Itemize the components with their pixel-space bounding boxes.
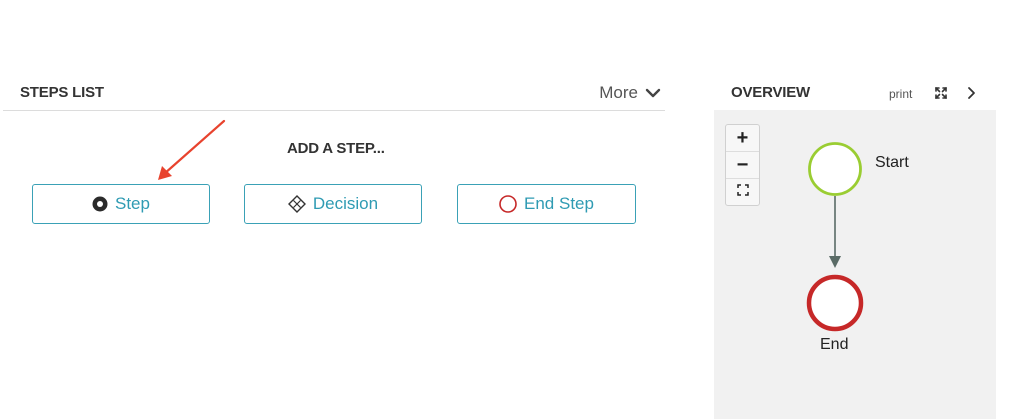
add-decision-button[interactable]: Decision <box>244 184 422 224</box>
steps-list-header: STEPS LIST More <box>3 74 665 111</box>
add-step-button[interactable]: Step <box>32 184 210 224</box>
chevron-right-icon[interactable] <box>966 85 976 101</box>
annotation-arrow-icon <box>158 119 226 180</box>
expand-icon[interactable] <box>934 86 948 100</box>
filled-circle-icon <box>92 196 108 212</box>
add-decision-button-label: Decision <box>312 194 379 213</box>
start-node-label: Start <box>875 154 909 171</box>
chevron-down-icon <box>645 85 661 101</box>
steps-list-panel: STEPS LIST More ADD A STEP... Step Decis… <box>0 0 668 419</box>
print-link[interactable]: print <box>889 87 912 101</box>
overview-header: OVERVIEW print <box>714 74 996 110</box>
more-label: More <box>599 83 638 102</box>
plus-icon: + <box>736 127 749 149</box>
diamond-icon <box>287 195 306 213</box>
end-node-label: End <box>820 336 849 353</box>
add-end-step-button-label: End Step <box>524 194 594 213</box>
red-circle-icon <box>499 195 517 213</box>
zoom-out-button[interactable]: − <box>726 152 759 179</box>
start-node <box>808 142 862 196</box>
overview-panel: OVERVIEW print Start End + − <box>714 0 996 419</box>
zoom-in-button[interactable]: + <box>726 125 759 152</box>
more-button[interactable]: More <box>599 83 661 103</box>
overview-canvas[interactable]: Start End + − <box>714 110 996 419</box>
add-step-heading: ADD A STEP... <box>287 140 385 157</box>
zoom-controls: + − <box>725 124 760 206</box>
add-end-step-button[interactable]: End Step <box>457 184 636 224</box>
add-step-button-label: Step <box>115 194 150 213</box>
end-node <box>806 274 864 332</box>
fit-view-icon <box>736 183 749 201</box>
minus-icon: − <box>736 154 749 176</box>
steps-list-title: STEPS LIST <box>20 84 104 101</box>
fit-view-button[interactable] <box>726 179 759 205</box>
connector-arrowhead-icon <box>829 256 841 268</box>
overview-title: OVERVIEW <box>731 84 810 101</box>
